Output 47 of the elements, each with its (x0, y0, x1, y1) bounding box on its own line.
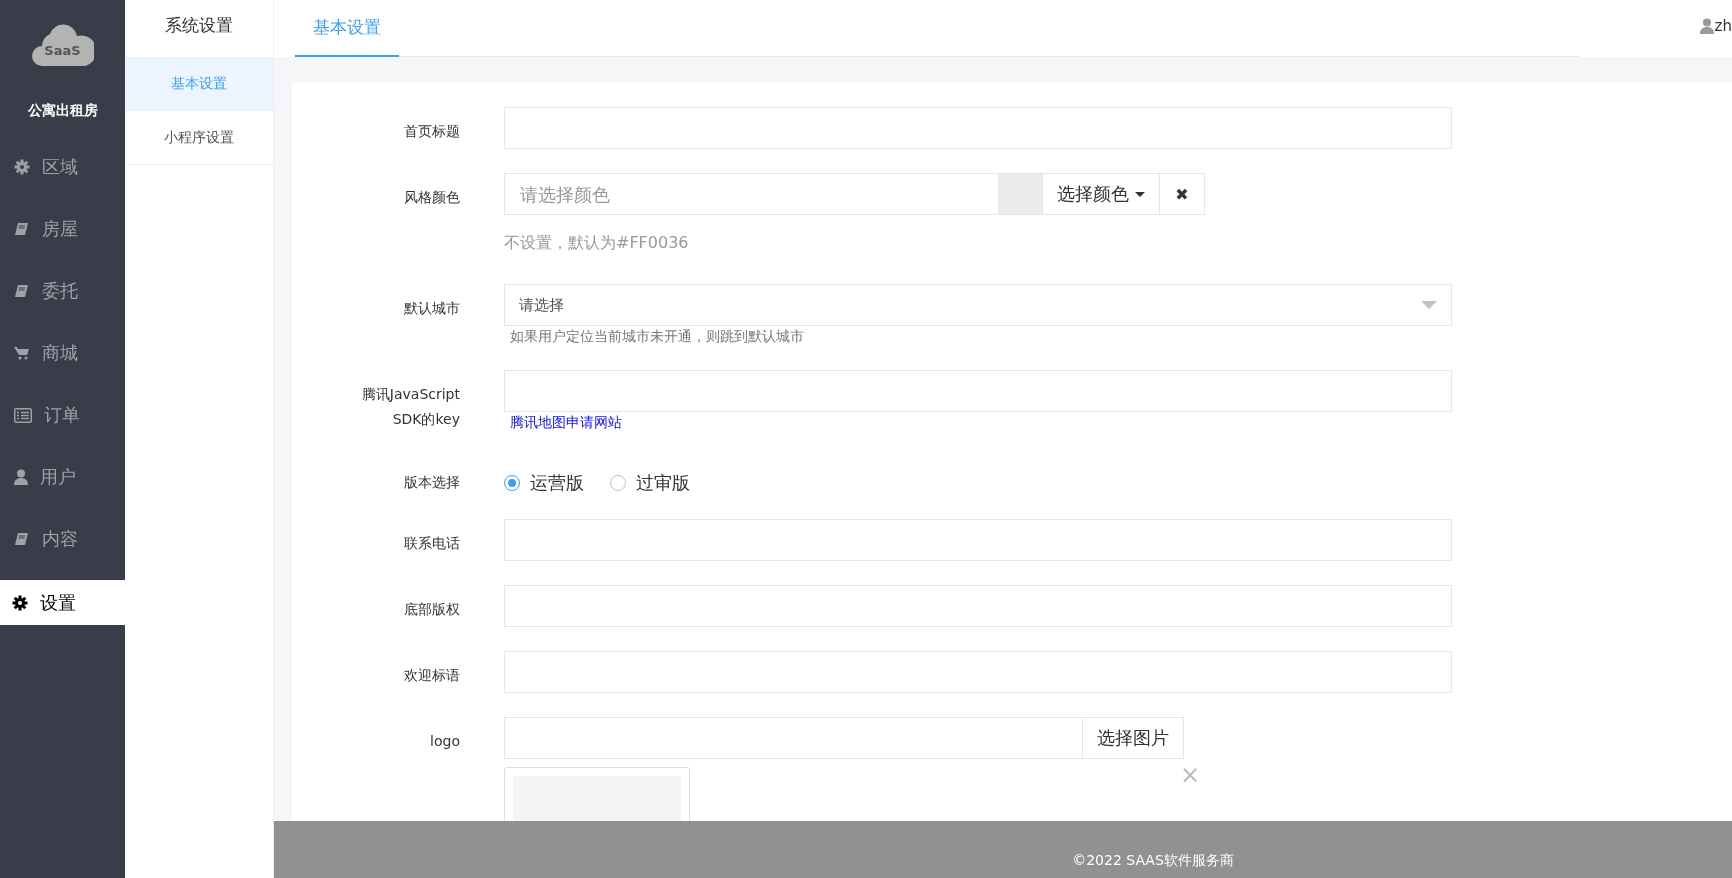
text-input[interactable] (504, 519, 1452, 561)
field-label: 腾讯JavaScript SDK的key (361, 386, 460, 427)
sidebar-item[interactable]: 商城 (0, 322, 125, 384)
user-icon (1699, 18, 1714, 34)
text-input[interactable] (504, 370, 1452, 412)
sidebar-item[interactable]: 区域 (0, 136, 125, 198)
submenu-title: 系统设置 (164, 13, 234, 37)
field-hint: 不设置，默认为#FF0036 (504, 233, 690, 254)
sidebar-item[interactable]: 内容 (0, 508, 125, 570)
text-input[interactable] (504, 585, 1452, 627)
sidebar-item[interactable]: 用户 (0, 446, 125, 508)
radio-option[interactable]: 运营版 (504, 470, 584, 495)
color-field[interactable]: 请选择颜色 选择颜色 ✖ (504, 173, 1205, 215)
color-swatch (998, 174, 1042, 214)
gear-icon (12, 594, 28, 611)
radio-option[interactable]: 过审版 (610, 470, 690, 495)
field-label: 联系电话 (404, 535, 460, 551)
list-icon (14, 407, 32, 423)
field-label: 默认城市 (404, 300, 460, 316)
app-title: 公寓出租房 (26, 102, 99, 120)
footer-text: ©2022 SAAS软件服务商 (1072, 852, 1234, 870)
user-name[interactable]: zh (1714, 17, 1732, 35)
text-input[interactable] (504, 651, 1452, 693)
sidebar-item[interactable]: 房屋 (0, 198, 125, 260)
field-label: 欢迎标语 (404, 667, 460, 683)
book-icon (14, 531, 30, 547)
caret-icon (1421, 301, 1437, 309)
city-select[interactable]: 请选择 (504, 284, 1452, 326)
field-hint: 如果用户定位当前城市未开通，则跳到默认城市 (510, 328, 805, 346)
book-icon (14, 283, 30, 299)
field-label: 风格颜色 (404, 189, 460, 205)
text-input[interactable] (504, 107, 1452, 149)
image-field[interactable]: 选择图片 (504, 717, 1184, 759)
field-label: logo (430, 733, 460, 749)
field-label: 首页标题 (404, 123, 460, 139)
gear-icon (14, 159, 30, 175)
cart-icon (14, 345, 30, 361)
map-link[interactable]: 腾讯地图申请网站 (510, 414, 622, 432)
field-label: 底部版权 (404, 601, 460, 617)
sidebar-item[interactable]: 委托 (0, 260, 125, 322)
submenu-item[interactable]: 小程序设置 (125, 111, 273, 165)
user-icon (14, 469, 28, 485)
sidebar-item[interactable]: 订单 (0, 384, 125, 446)
caret-icon (1135, 191, 1145, 197)
sidebar-item[interactable]: 设置 (0, 580, 125, 625)
field-label: 版本选择 (404, 474, 460, 490)
book-icon (14, 221, 30, 237)
